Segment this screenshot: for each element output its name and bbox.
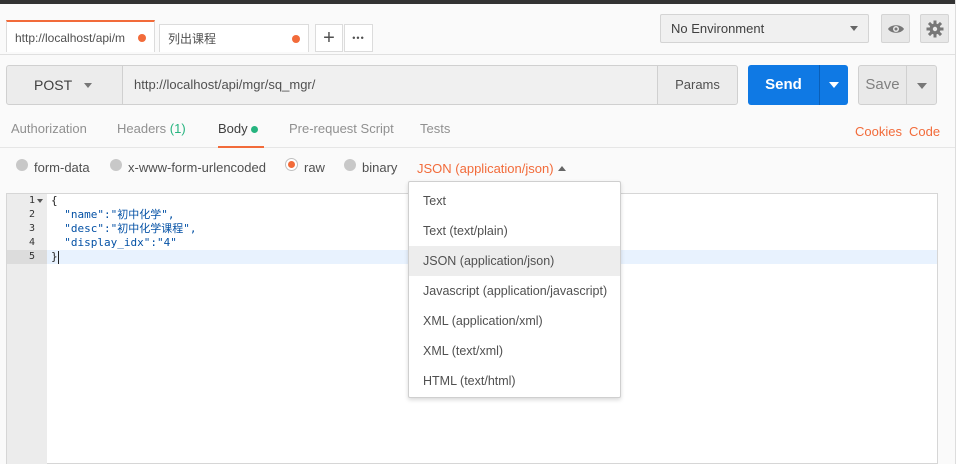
unsaved-dot-icon [292, 35, 300, 43]
save-button[interactable]: Save [858, 65, 907, 105]
code-line: "display_idx":"4" [51, 236, 177, 249]
line-number: 4 [28, 237, 35, 248]
request-tab-label: http://localhost/api/m [15, 31, 126, 45]
settings-button[interactable] [920, 14, 949, 43]
request-tab-label: 列出课程 [168, 32, 217, 46]
method-select[interactable]: POST [6, 65, 123, 105]
radio-urlencoded-label[interactable]: x-www-form-urlencoded [128, 160, 266, 175]
send-options-button[interactable] [819, 65, 848, 105]
environment-label: No Environment [671, 21, 765, 36]
chevron-down-icon [84, 83, 92, 88]
radio-binary-label[interactable]: binary [362, 160, 397, 175]
tab-options-button[interactable]: ••• [344, 24, 373, 52]
menu-item-text-plain[interactable]: Text (text/plain) [409, 216, 620, 246]
line-number: 1 [28, 195, 35, 206]
request-tab-2[interactable]: 列出课程 [159, 24, 309, 52]
chevron-down-icon [829, 82, 839, 88]
cookies-link[interactable]: Cookies [855, 124, 902, 139]
send-button[interactable]: Send [748, 65, 819, 105]
radio-raw-label[interactable]: raw [304, 160, 325, 175]
gear-icon [926, 20, 943, 37]
headers-count: (1) [169, 121, 186, 136]
content-type-select[interactable]: JSON (application/json) [417, 161, 554, 176]
method-label: POST [34, 77, 73, 93]
radio-form-data[interactable] [16, 159, 28, 171]
code-line: "desc":"初中化学课程", [51, 222, 197, 235]
menu-item-json[interactable]: JSON (application/json) [409, 246, 620, 276]
code-link[interactable]: Code [909, 124, 940, 139]
radio-raw[interactable] [285, 158, 298, 171]
plus-icon: + [323, 27, 335, 49]
body-active-dot-icon [251, 126, 258, 133]
tab-body[interactable]: Body [218, 121, 248, 136]
menu-item-javascript[interactable]: Javascript (application/javascript) [409, 276, 620, 306]
new-tab-button[interactable]: + [315, 24, 343, 52]
menu-item-xml-application[interactable]: XML (application/xml) [409, 306, 620, 336]
code-line: "name":"初中化学", [51, 208, 175, 221]
eye-icon [887, 24, 904, 33]
chevron-down-icon [850, 26, 858, 31]
tab-headers[interactable]: Headers (1) [117, 121, 186, 136]
url-input[interactable]: http://localhost/api/mgr/sq_mgr/ [122, 65, 658, 105]
menu-item-html[interactable]: HTML (text/html) [409, 366, 620, 396]
line-number: 5 [28, 251, 35, 262]
url-value: http://localhost/api/mgr/sq_mgr/ [134, 77, 316, 92]
unsaved-dot-icon [138, 34, 146, 42]
tab-headers-label: Headers [117, 121, 167, 136]
tab-tests[interactable]: Tests [420, 121, 450, 136]
window-right-edge [955, 0, 964, 464]
code-line: } [51, 250, 58, 263]
line-number: 3 [28, 223, 35, 234]
tab-pre-request-script[interactable]: Pre-request Script [289, 121, 394, 136]
environment-select[interactable]: No Environment [660, 14, 869, 43]
radio-urlencoded[interactable] [110, 159, 122, 171]
code-line: { [51, 194, 58, 207]
subtab-divider [0, 147, 955, 148]
menu-item-text[interactable]: Text [409, 186, 620, 216]
request-tab-1[interactable]: http://localhost/api/m [6, 20, 155, 52]
more-icon: ••• [352, 33, 365, 43]
fold-toggle-icon[interactable] [37, 199, 43, 203]
save-options-button[interactable] [906, 65, 937, 105]
text-cursor [58, 251, 59, 264]
radio-form-data-label[interactable]: form-data [34, 160, 90, 175]
chevron-up-icon[interactable] [558, 166, 566, 171]
params-button[interactable]: Params [657, 65, 738, 105]
active-tab-underline [218, 146, 264, 148]
line-number: 2 [28, 209, 35, 220]
environment-quick-look-button[interactable] [881, 14, 910, 43]
menu-item-xml-text[interactable]: XML (text/xml) [409, 336, 620, 366]
radio-binary[interactable] [344, 159, 356, 171]
tab-authorization[interactable]: Authorization [11, 121, 87, 136]
chevron-down-icon [917, 83, 927, 89]
